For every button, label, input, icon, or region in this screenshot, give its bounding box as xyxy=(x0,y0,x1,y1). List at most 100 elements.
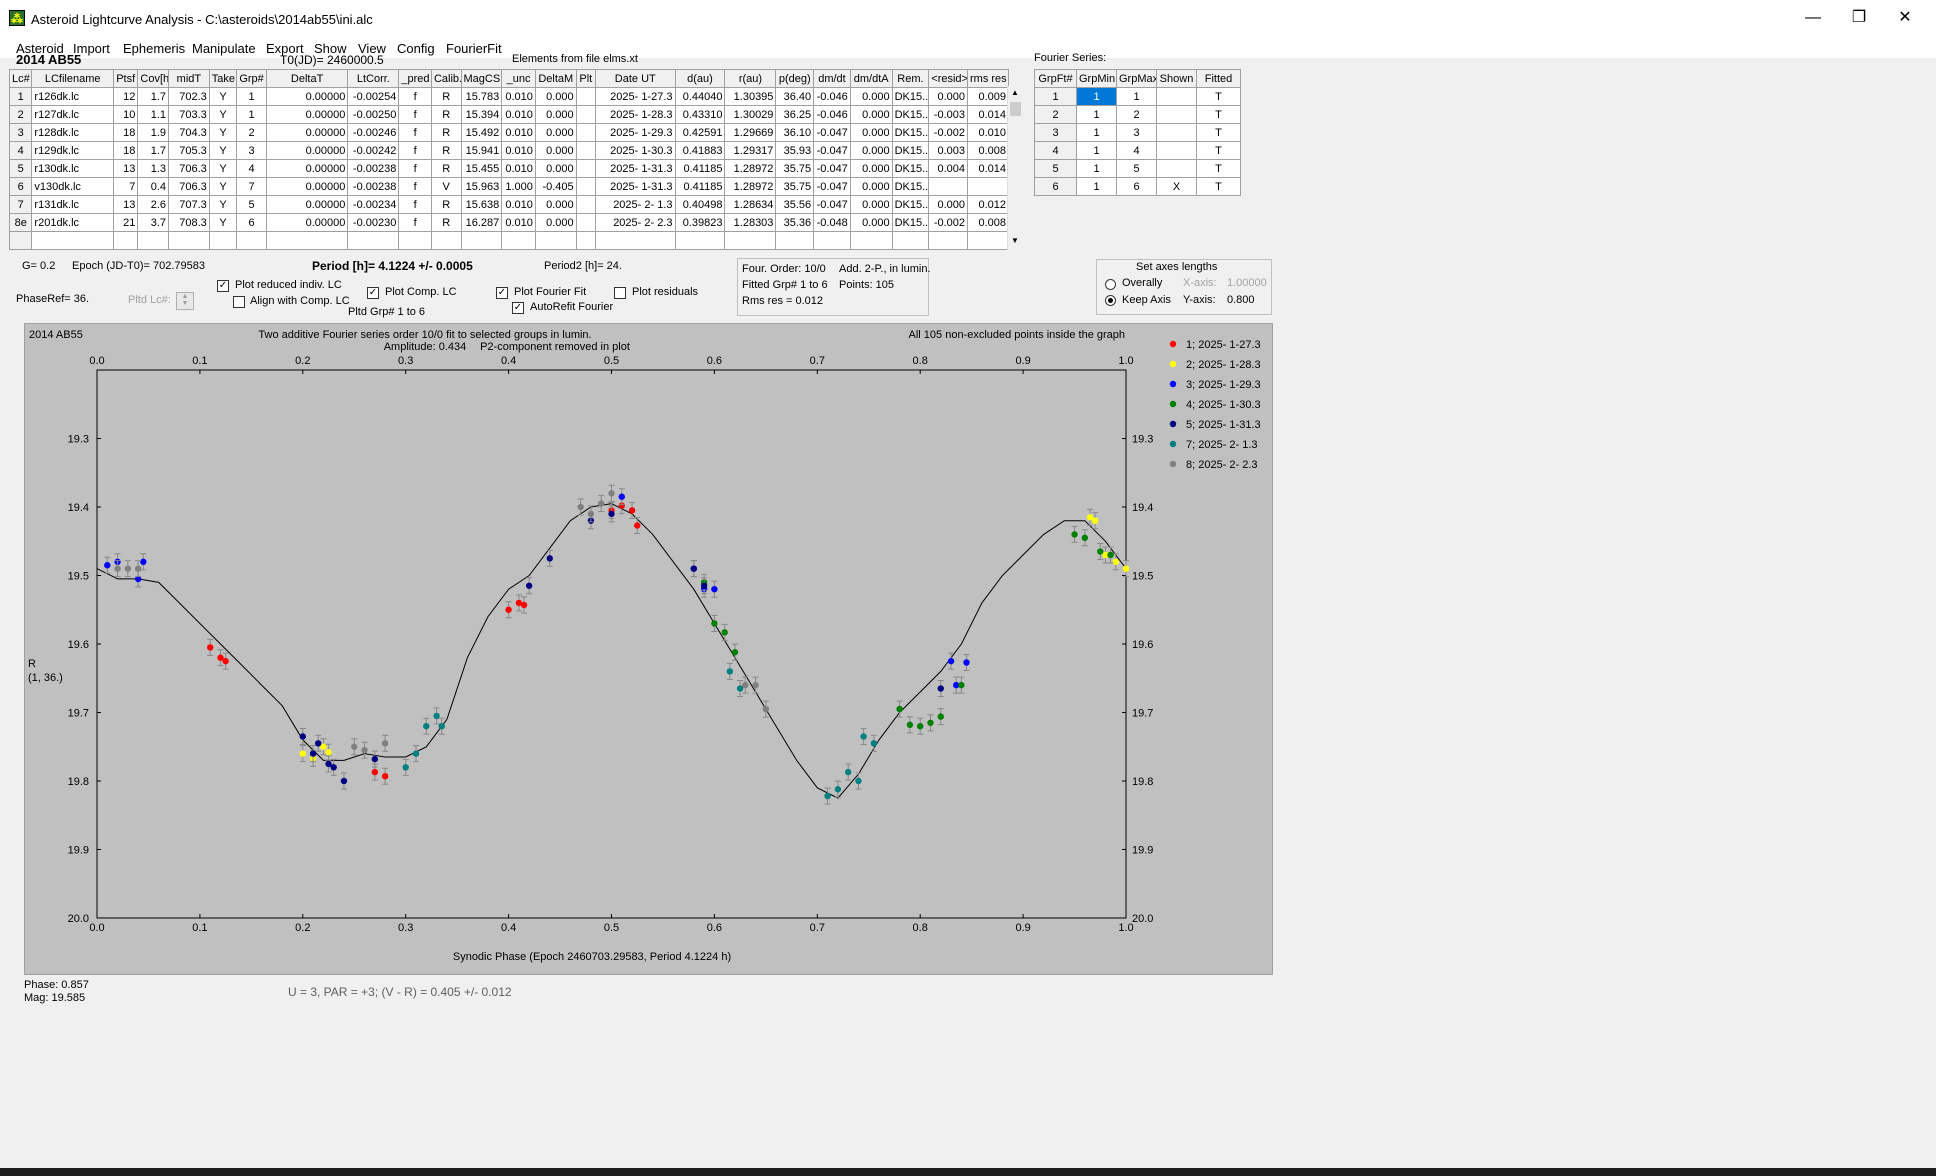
column-header[interactable]: p(deg) xyxy=(775,69,815,88)
table-cell[interactable]: 0.000 xyxy=(534,123,577,142)
table-cell[interactable]: r128dk.lc xyxy=(31,123,114,142)
table-cell[interactable]: 1.1 xyxy=(137,105,169,124)
table-cell[interactable]: 18 xyxy=(112,141,139,160)
table-cell[interactable]: 5 xyxy=(8,159,33,178)
table-cell[interactable]: 2025- 1-29.3 xyxy=(595,123,676,142)
table-cell[interactable] xyxy=(31,231,114,250)
table-row[interactable]: 8e r201dk.lc 21 3.7 708.3 Y 6 0.00000 -0.00230 f R… xyxy=(8,213,1009,232)
table-cell[interactable]: 15.394 xyxy=(460,105,503,124)
table-cell[interactable]: 0.010 xyxy=(501,159,536,178)
fs-table-cell[interactable]: T xyxy=(1196,177,1241,196)
table-cell[interactable]: 12 xyxy=(112,87,139,106)
table-cell[interactable]: DK15.. xyxy=(891,195,930,214)
table-cell[interactable] xyxy=(891,231,930,250)
table-cell[interactable]: DK15.. xyxy=(891,177,930,196)
fs-table-cell[interactable] xyxy=(1156,123,1197,142)
table-cell[interactable]: R xyxy=(430,159,462,178)
table-cell[interactable]: 0.010 xyxy=(501,141,536,160)
table-cell[interactable] xyxy=(168,231,210,250)
fs-table-cell[interactable]: 1 xyxy=(1116,87,1157,106)
table-cell[interactable]: -0.047 xyxy=(813,159,851,178)
column-header[interactable]: Rem. xyxy=(891,69,930,88)
fourier-series-table[interactable]: GrpFt# GrpMin GrpMax Shown Fitted 111T212T31… xyxy=(1034,69,1241,196)
table-cell[interactable]: 7 xyxy=(8,195,33,214)
table-cell[interactable]: 15.783 xyxy=(460,87,503,106)
fs-table-row[interactable]: 414 T xyxy=(1034,141,1241,160)
table-row-empty[interactable] xyxy=(8,231,1009,250)
table-cell[interactable]: r130dk.lc xyxy=(31,159,114,178)
table-row[interactable]: 2 r127dk.lc 10 1.1 703.3 Y 1 0.00000 -0.00250 f R 1… xyxy=(8,105,1009,124)
table-cell[interactable]: 35.56 xyxy=(775,195,815,214)
table-cell[interactable]: 6 xyxy=(8,177,33,196)
table-cell[interactable]: 706.3 xyxy=(168,159,210,178)
table-cell[interactable]: Y xyxy=(208,177,238,196)
yaxis-input[interactable]: 0.800 xyxy=(1227,294,1255,306)
table-cell[interactable]: 0.00000 xyxy=(265,177,349,196)
table-cell[interactable]: 1.30395 xyxy=(724,87,777,106)
table-cell[interactable]: 15.455 xyxy=(460,159,503,178)
table-cell[interactable]: -0.047 xyxy=(813,177,851,196)
menu-config[interactable]: Config xyxy=(397,41,435,56)
column-header[interactable]: Lc# xyxy=(8,69,33,88)
table-cell[interactable]: 7 xyxy=(112,177,139,196)
fs-table-cell[interactable]: 4 xyxy=(1116,141,1157,160)
table-cell[interactable]: -0.00238 xyxy=(347,177,400,196)
fs-table-cell[interactable]: T xyxy=(1196,159,1241,178)
table-cell[interactable] xyxy=(575,231,597,250)
table-cell[interactable]: 2025- 1-31.3 xyxy=(595,177,676,196)
fs-table-cell[interactable] xyxy=(1156,87,1197,106)
column-header[interactable]: Cov[h] xyxy=(137,69,169,88)
table-cell[interactable]: 2025- 1-30.3 xyxy=(595,141,676,160)
table-cell[interactable]: 0.000 xyxy=(534,87,577,106)
table-cell[interactable]: 3 xyxy=(8,123,33,142)
table-cell[interactable]: 0.010 xyxy=(967,123,1009,142)
table-cell[interactable]: 0.009 xyxy=(967,87,1009,106)
table-cell[interactable]: 0.004 xyxy=(928,159,969,178)
table-cell[interactable]: f xyxy=(398,141,432,160)
fs-table-cell[interactable]: T xyxy=(1196,105,1241,124)
table-cell[interactable]: 0.00000 xyxy=(265,195,349,214)
table-cell[interactable]: f xyxy=(398,213,432,232)
table-cell[interactable]: 0.003 xyxy=(928,141,969,160)
table-cell[interactable]: -0.003 xyxy=(928,105,969,124)
table-cell[interactable]: 704.3 xyxy=(168,123,210,142)
table-cell[interactable]: -0.047 xyxy=(813,141,851,160)
table-row[interactable]: 7 r131dk.lc 13 2.6 707.3 Y 5 0.00000 -0.00234 f R 1… xyxy=(8,195,1009,214)
table-cell[interactable]: -0.00246 xyxy=(347,123,400,142)
table-cell[interactable] xyxy=(575,195,597,214)
column-header[interactable]: r(au) xyxy=(724,69,777,88)
table-cell[interactable]: 0.00000 xyxy=(265,105,349,124)
column-header[interactable]: Ptsf xyxy=(112,69,139,88)
column-header[interactable]: DeltaM xyxy=(534,69,577,88)
table-cell[interactable]: R xyxy=(430,105,462,124)
table-cell[interactable]: 0.000 xyxy=(928,87,969,106)
plot-comp-checkbox[interactable]: ✓ xyxy=(367,287,379,299)
table-cell[interactable]: 0.000 xyxy=(849,141,893,160)
table-cell[interactable] xyxy=(928,177,969,196)
table-cell[interactable] xyxy=(575,105,597,124)
table-cell[interactable]: 0.00000 xyxy=(265,87,349,106)
column-header[interactable]: dm/dtA xyxy=(849,69,893,88)
fs-table-cell[interactable]: 6 xyxy=(1116,177,1157,196)
table-cell[interactable]: 0.000 xyxy=(928,195,969,214)
table-cell[interactable] xyxy=(849,231,893,250)
table-cell[interactable]: 35.75 xyxy=(775,159,815,178)
fs-column-header[interactable]: Fitted xyxy=(1196,69,1241,88)
table-cell[interactable]: 0.41883 xyxy=(674,141,726,160)
table-cell[interactable]: 3.7 xyxy=(137,213,169,232)
menu-manipulate[interactable]: Manipulate xyxy=(192,41,256,56)
table-cell[interactable]: -0.00234 xyxy=(347,195,400,214)
table-cell[interactable]: 21 xyxy=(112,213,139,232)
table-cell[interactable]: 2025- 1-28.3 xyxy=(595,105,676,124)
table-cell[interactable]: 0.41185 xyxy=(674,177,726,196)
table-cell[interactable]: 0.000 xyxy=(534,159,577,178)
table-cell[interactable] xyxy=(347,231,400,250)
table-cell[interactable]: 0.008 xyxy=(967,213,1009,232)
table-cell[interactable]: 0.012 xyxy=(967,195,1009,214)
fs-table-cell[interactable]: 1 xyxy=(1076,177,1117,196)
table-cell[interactable]: -0.00238 xyxy=(347,159,400,178)
fs-table-cell[interactable]: X xyxy=(1156,177,1197,196)
table-row[interactable]: 3 r128dk.lc 18 1.9 704.3 Y 2 0.00000 -0.00246 f R 1… xyxy=(8,123,1009,142)
table-cell[interactable] xyxy=(575,123,597,142)
table-cell[interactable]: -0.405 xyxy=(534,177,577,196)
